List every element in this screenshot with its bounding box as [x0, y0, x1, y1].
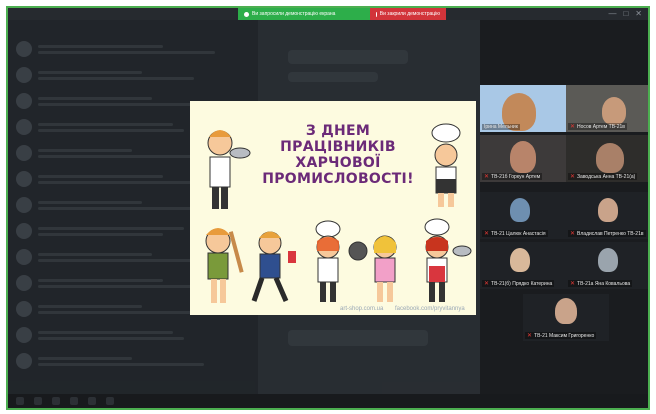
- participant-video: [602, 97, 626, 125]
- message-bubble: [288, 330, 428, 346]
- mic-muted-icon: ✕: [484, 231, 490, 237]
- share-dot-icon: [244, 11, 249, 17]
- avatar: [16, 145, 32, 161]
- mic-muted-icon: ✕: [484, 174, 490, 180]
- message-bubble: [288, 50, 408, 64]
- baker-figure: [205, 228, 244, 303]
- avatar: [16, 301, 32, 317]
- participant-name: ✕ ТВ-21 Цалюк Анастасія: [482, 230, 548, 237]
- participant-tile[interactable]: ✕ ТВ-21(б) Прядко Катерина: [480, 242, 566, 289]
- participant-name: ✕ ТВ-21(б) Прядко Катерина: [482, 280, 555, 287]
- participant-tile[interactable]: ✕ ТВ-21б Горкун Артем: [480, 135, 566, 182]
- avatar: [16, 171, 32, 187]
- chat-list-item[interactable]: [16, 350, 246, 372]
- chef-girl-figure-2: [424, 218, 472, 302]
- chat-list-item[interactable]: [16, 324, 246, 346]
- participant-avatar: [598, 198, 618, 222]
- minimize-icon[interactable]: —: [608, 10, 616, 18]
- avatar: [16, 197, 32, 213]
- participant-name: ✕ Владислав Петренко ТВ-21в: [568, 230, 646, 237]
- message-bubble: [288, 72, 378, 82]
- avatar: [16, 41, 32, 57]
- participant-tile[interactable]: ✕ ТВ-21 Цалюк Анастасія: [480, 192, 566, 239]
- taskbar-icon[interactable]: [70, 397, 78, 405]
- slide-credit: art-shop.com.ua: [340, 306, 384, 312]
- avatar: [16, 353, 32, 369]
- avatar: [16, 249, 32, 265]
- taskbar-icon[interactable]: [16, 397, 24, 405]
- participant-name: ✕ Заводська Анна ТВ-21(а): [568, 173, 638, 180]
- taskbar-icon[interactable]: [106, 397, 114, 405]
- taskbar-icon[interactable]: [52, 397, 60, 405]
- participant-avatar: [510, 198, 530, 222]
- title-line: ХАРЧОВОЇ: [295, 155, 381, 171]
- mic-muted-icon: ✕: [570, 281, 576, 287]
- participant-tile[interactable]: ✕ Заводська Анна ТВ-21(а): [566, 135, 648, 182]
- screen-share-banner: Ви запросили демонстрацію екрана Ви закр…: [238, 8, 446, 20]
- shared-slide: З ДНЕМ ПРАЦІВНИКІВ ХАРЧОВОЇ ПРОМИСЛОВОСТ…: [190, 101, 476, 315]
- avatar: [16, 67, 32, 83]
- avatar: [16, 275, 32, 291]
- chef-figure: [431, 123, 461, 207]
- avatar: [16, 119, 32, 135]
- title-line: З ДНЕМ: [305, 123, 371, 139]
- participant-name: ✕ ТВ-21а Яна Ковальова: [568, 280, 633, 287]
- participant-name: ✕ ТВ-21б Горкун Артем: [482, 173, 543, 180]
- mic-muted-icon: ✕: [570, 231, 576, 237]
- mic-muted-icon: ✕: [484, 281, 490, 287]
- participant-name: ✕ Носов Артем ТВ-21в: [568, 123, 627, 130]
- title-line: ПРАЦІВНИКІВ: [280, 139, 396, 155]
- mic-muted-icon: ✕: [527, 333, 533, 339]
- avatar: [16, 93, 32, 109]
- screen-frame: Ви запросили демонстрацію екрана Ви закр…: [6, 6, 650, 410]
- slide-title: З ДНЕМ ПРАЦІВНИКІВ ХАРЧОВОЇ ПРОМИСЛОВОСТ…: [254, 123, 422, 187]
- chef-girl-figure: [315, 220, 368, 302]
- chat-list-item[interactable]: [16, 38, 246, 60]
- slide-credit: facebook.com/pryvitannya: [395, 306, 465, 312]
- participant-name: ✕ ТВ-21 Максим Григоренко: [525, 332, 597, 339]
- maximize-icon[interactable]: □: [623, 10, 628, 18]
- participant-tile[interactable]: Ірина Мельник: [480, 85, 566, 132]
- participant-name: Ірина Мельник: [482, 124, 520, 130]
- taskbar-icon[interactable]: [88, 397, 96, 405]
- avatar: [16, 223, 32, 239]
- mic-muted-icon: ✕: [570, 124, 576, 130]
- participant-avatar: [598, 248, 618, 272]
- mic-muted-icon: ✕: [570, 174, 576, 180]
- participant-tile[interactable]: ✕ Носов Артем ТВ-21в: [566, 85, 648, 132]
- share-status-green[interactable]: Ви запросили демонстрацію екрана: [238, 8, 370, 20]
- window-controls: — □ ✕: [608, 10, 642, 18]
- participants-panel: Ірина Мельник ✕ Носов Артем ТВ-21в ✕ ТВ-21…: [480, 20, 648, 396]
- taskbar-icon[interactable]: [34, 397, 42, 405]
- title-line: ПРОМИСЛОВОСТІ!: [262, 171, 414, 187]
- stop-share-button[interactable]: Ви закрили демонстрацію: [370, 8, 446, 20]
- taskbar: [8, 394, 648, 408]
- share-left-label: Ви запросили демонстрацію екрана: [252, 11, 336, 17]
- participant-avatar: [555, 298, 577, 324]
- share-right-label: Ви закрили демонстрацію: [379, 11, 440, 17]
- participant-video: [510, 141, 536, 173]
- close-icon[interactable]: ✕: [635, 10, 642, 18]
- participant-avatar: [510, 248, 530, 272]
- avatar: [16, 327, 32, 343]
- chat-list-item[interactable]: [16, 64, 246, 86]
- participant-tile[interactable]: ✕ ТВ-21 Максим Григоренко: [523, 294, 609, 341]
- waiter-figure: [207, 130, 251, 209]
- girl-figure: [373, 235, 397, 302]
- stop-dot-icon: [376, 11, 377, 17]
- participant-tile[interactable]: ✕ ТВ-21а Яна Ковальова: [566, 242, 648, 289]
- boy-figure: [251, 231, 296, 302]
- participant-video: [596, 143, 624, 173]
- participant-tile[interactable]: ✕ Владислав Петренко ТВ-21в: [566, 192, 648, 239]
